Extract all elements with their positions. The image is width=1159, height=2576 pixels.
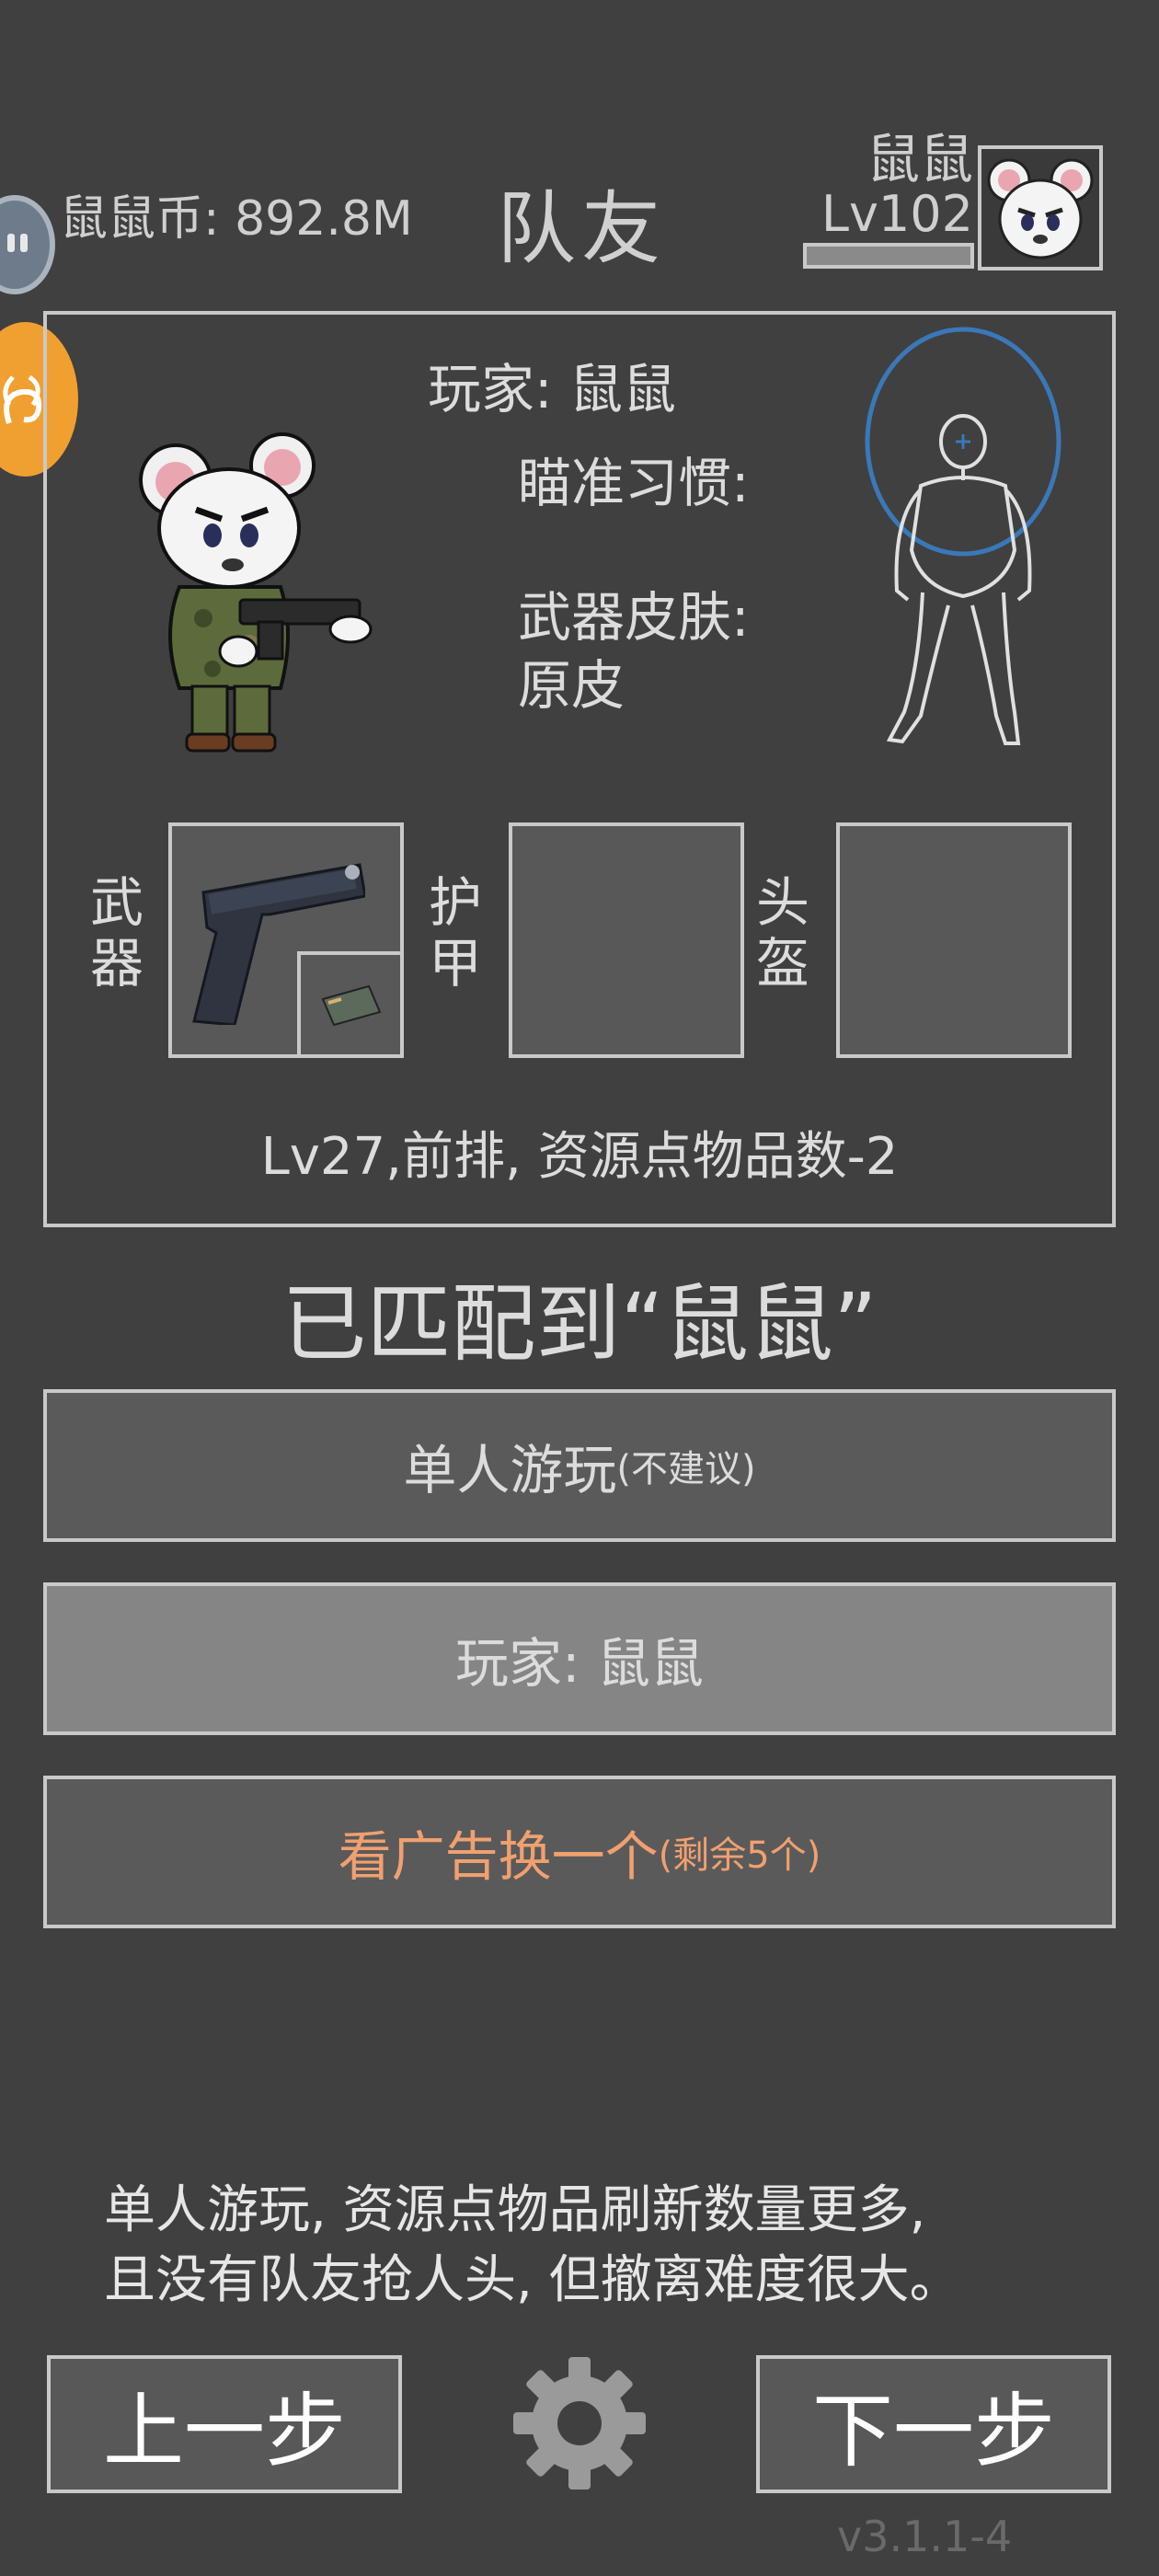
aim-habit-label: 瞄准习惯: xyxy=(518,452,750,514)
gear-icon xyxy=(513,2357,646,2490)
slot-label-armor: 护甲 xyxy=(428,871,482,995)
teammate-option-button[interactable]: 玩家: 鼠鼠 xyxy=(43,1582,1116,1735)
player-name: 鼠鼠 xyxy=(866,128,973,190)
teammate-info: Lv27,前排, 资源点物品数-2 xyxy=(260,1127,899,1187)
xp-bar xyxy=(803,243,974,269)
chat-bubble-button[interactable] xyxy=(0,195,55,294)
solo-play-note: (不建议) xyxy=(616,1448,756,1490)
prev-step-button[interactable]: 上一步 xyxy=(47,2355,402,2493)
solo-play-tip: 单人游玩, 资源点物品刷新数量更多, 且没有队友抢人头, 但撤离难度很大。 xyxy=(104,2176,1116,2316)
card-player-name: 鼠鼠 xyxy=(568,358,676,420)
weapon-slot[interactable] xyxy=(168,822,404,1058)
helmet-slot[interactable] xyxy=(836,822,1072,1058)
solo-play-label: 单人游玩 xyxy=(403,1439,617,1501)
aim-body-diagram xyxy=(865,327,1061,745)
coin-label: 鼠鼠币: xyxy=(60,191,220,247)
player-level: Lv102 xyxy=(820,185,973,243)
page-title: 队友 xyxy=(497,183,666,275)
armor-slot[interactable] xyxy=(509,822,744,1058)
watch-ad-swap-button[interactable]: 看广告换一个 (剩余5个) xyxy=(43,1776,1116,1928)
tip-line-1: 单人游玩, 资源点物品刷新数量更多, xyxy=(104,2180,926,2240)
solo-play-button[interactable]: 单人游玩 (不建议) xyxy=(43,1389,1116,1542)
slot-label-helmet: 头盔 xyxy=(755,871,809,995)
card-player-label: 玩家: xyxy=(428,358,553,420)
settings-gear-button[interactable] xyxy=(508,2352,651,2495)
ammo-box-icon xyxy=(321,984,382,1027)
teammate-card: 玩家: 鼠鼠 瞄准习惯: 武器皮肤: 原皮 武器 护 甲 头 盔 xyxy=(43,311,1116,1227)
teammate-option-label: 玩家: 鼠鼠 xyxy=(455,1632,704,1695)
weapon-skin-value: 原皮 xyxy=(518,654,625,717)
weapon-skin-label: 武器皮肤: xyxy=(518,586,750,649)
mouse-avatar-icon xyxy=(987,158,1094,259)
matched-status: 已匹配到“鼠鼠” xyxy=(281,1275,878,1374)
version-label: v3.1.1-4 xyxy=(837,2512,1013,2561)
tip-line-2: 且没有队友抢人头, 但撤离难度很大。 xyxy=(104,2250,961,2310)
player-avatar[interactable] xyxy=(978,145,1103,270)
coin-value: 892.8M xyxy=(235,191,413,247)
ammo-subslot xyxy=(297,951,404,1058)
mouse-soldier-icon xyxy=(139,432,373,753)
coin-balance: 鼠鼠币: 892.8M xyxy=(60,179,413,248)
watch-ad-label: 看广告换一个 xyxy=(338,1825,659,1888)
slot-label-weapon: 武器 xyxy=(89,871,143,995)
card-player-row: 玩家: 鼠鼠 xyxy=(428,346,676,423)
remaining-count: (剩余5个) xyxy=(658,1834,821,1877)
chat-icon xyxy=(7,234,28,252)
next-step-button[interactable]: 下一步 xyxy=(756,2355,1111,2493)
